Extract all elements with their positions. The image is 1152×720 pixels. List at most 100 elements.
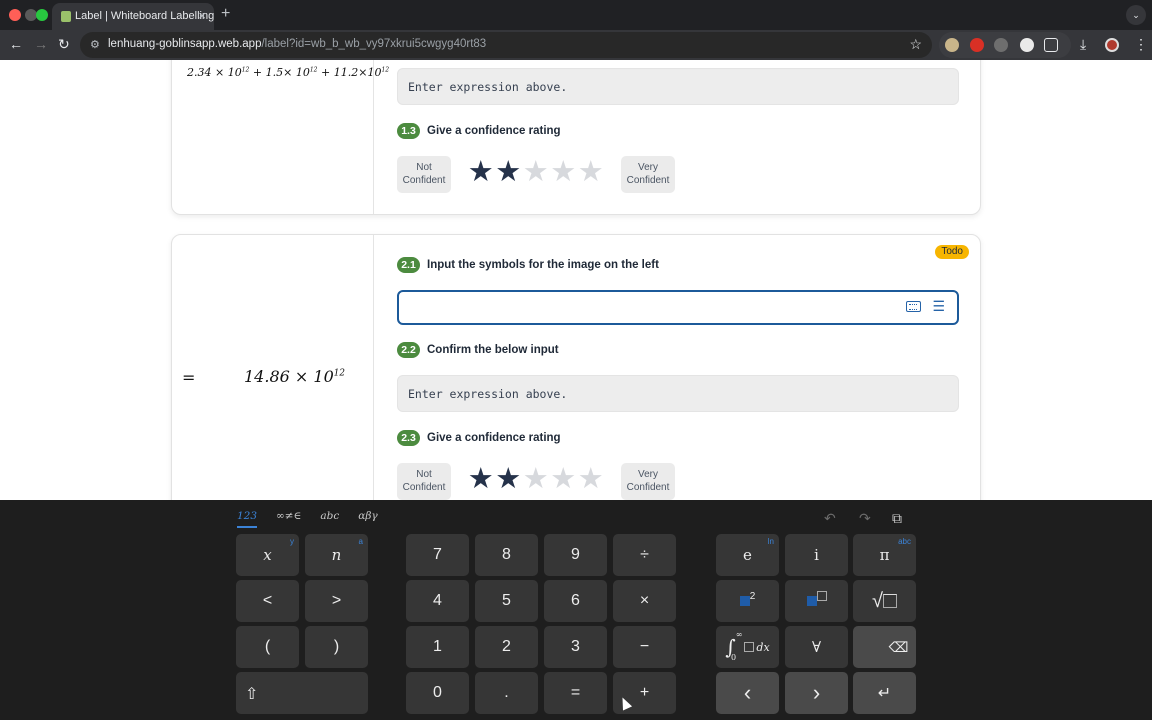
expression-placeholder: Enter expression above.: [408, 387, 568, 401]
extension-circle-icon[interactable]: [994, 38, 1008, 52]
keyboard-layout-tabs: 123 ∞≠∈ abc αβγ: [237, 510, 397, 528]
key-forall[interactable]: ∀: [785, 626, 848, 668]
bookmark-star-icon[interactable]: ☆: [909, 36, 922, 53]
key-backspace[interactable]: ⌫: [853, 626, 916, 668]
star-icon[interactable]: ★: [550, 465, 578, 494]
hw-term-3-exp: 12: [381, 66, 390, 74]
key-right-paren[interactable]: ): [305, 626, 368, 668]
star-icon[interactable]: ★: [577, 158, 605, 187]
expression-preview: Enter expression above.: [397, 68, 959, 105]
key-decimal[interactable]: .: [475, 672, 538, 714]
key-move-left[interactable]: ‹: [716, 672, 779, 714]
star-icon[interactable]: ★: [467, 465, 495, 494]
star-icon[interactable]: ★: [495, 465, 523, 494]
star-icon[interactable]: ★: [522, 465, 550, 494]
tab-close-icon[interactable]: ×: [198, 8, 206, 23]
key-5[interactable]: 5: [475, 580, 538, 622]
key-7[interactable]: 7: [406, 534, 469, 576]
radicand-square-icon: [882, 594, 897, 608]
key-e-label: e: [743, 546, 752, 564]
hw-term-1: 14.86 × 10: [244, 367, 334, 386]
extension-adblock-icon[interactable]: [970, 38, 984, 52]
address-bar[interactable]: ⚙ lenhuang-goblinsapp.web.app/label?id=w…: [80, 32, 932, 58]
key-2[interactable]: 2: [475, 626, 538, 668]
new-tab-button[interactable]: +: [221, 5, 230, 23]
question-badge: 2.3: [397, 430, 420, 446]
tab-alphabetic[interactable]: abc: [320, 510, 339, 528]
redo-icon[interactable]: ↷: [859, 510, 871, 527]
question-label: Confirm the below input: [427, 344, 559, 356]
star-icon[interactable]: ★: [467, 158, 495, 187]
tab-search-button[interactable]: ⌄: [1126, 5, 1146, 25]
key-less-than[interactable]: <: [236, 580, 299, 622]
star-icon[interactable]: ★: [495, 158, 523, 187]
star-rating: ★ ★ ★ ★ ★: [467, 158, 605, 187]
key-4[interactable]: 4: [406, 580, 469, 622]
key-enter[interactable]: ↵: [853, 672, 916, 714]
placeholder-square-icon: [739, 596, 750, 606]
key-left-paren[interactable]: (: [236, 626, 299, 668]
key-x[interactable]: xy: [236, 534, 299, 576]
browser-tab-bar: Label | Whiteboard Labelling × + ⌄: [0, 0, 1152, 30]
tab-symbols[interactable]: ∞≠∈: [276, 510, 301, 528]
expression-placeholder: Enter expression above.: [408, 80, 568, 94]
key-sqrt[interactable]: √: [853, 580, 916, 622]
profile-avatar[interactable]: [1105, 38, 1119, 52]
key-0[interactable]: 0: [406, 672, 469, 714]
label-card-2: Todo = 14.86 × 1012 2.1 Input the symbol…: [171, 234, 981, 500]
math-input-field[interactable]: ☰: [397, 290, 959, 325]
tab-greek[interactable]: αβγ: [358, 510, 377, 528]
not-confident-button[interactable]: Not Confident: [397, 156, 451, 193]
hw-term-2-exp: 12: [309, 66, 318, 74]
tab-numeric[interactable]: 123: [237, 510, 258, 528]
close-window-button[interactable]: [9, 9, 21, 21]
copy-icon[interactable]: ⧉: [892, 510, 902, 527]
hamburger-menu-icon[interactable]: ☰: [932, 299, 945, 313]
star-icon[interactable]: ★: [550, 158, 578, 187]
placeholder-square-icon: [806, 596, 817, 606]
key-8[interactable]: 8: [475, 534, 538, 576]
key-integral[interactable]: ∫ ∞ dx 0: [716, 626, 779, 668]
question-label: Give a confidence rating: [427, 125, 561, 137]
extension-cookie-icon[interactable]: [945, 38, 959, 52]
star-icon[interactable]: ★: [522, 158, 550, 187]
key-n[interactable]: na: [305, 534, 368, 576]
key-square[interactable]: 2: [716, 580, 779, 622]
key-power[interactable]: [785, 580, 848, 622]
extension-toggle-off-icon[interactable]: [1020, 38, 1034, 52]
key-i[interactable]: i: [785, 534, 848, 576]
key-9[interactable]: 9: [544, 534, 607, 576]
key-6[interactable]: 6: [544, 580, 607, 622]
key-pi[interactable]: π abc: [853, 534, 916, 576]
key-e[interactable]: e ln: [716, 534, 779, 576]
back-icon[interactable]: ←: [9, 36, 23, 52]
reload-icon[interactable]: ↻: [58, 36, 70, 53]
key-shift[interactable]: ⇧: [236, 672, 368, 714]
key-move-right[interactable]: ›: [785, 672, 848, 714]
confirm-question: 2.2 Confirm the below input: [397, 341, 559, 359]
key-multiply[interactable]: ×: [613, 580, 676, 622]
keyboard-toggle-icon[interactable]: [906, 301, 921, 312]
key-3[interactable]: 3: [544, 626, 607, 668]
integral-lower-bound: 0: [731, 653, 737, 662]
url-path: /label?id=wb_b_wb_vy97xkrui5cwgyg40rt83: [261, 38, 487, 50]
key-greater-than[interactable]: >: [305, 580, 368, 622]
key-minus[interactable]: −: [613, 626, 676, 668]
browser-menu-icon[interactable]: ⋮: [1134, 36, 1148, 53]
url-text[interactable]: lenhuang-goblinsapp.web.app/label?id=wb_…: [108, 38, 486, 50]
key-1[interactable]: 1: [406, 626, 469, 668]
forward-icon[interactable]: →: [34, 36, 48, 52]
key-equals[interactable]: =: [544, 672, 607, 714]
browser-tab[interactable]: Label | Whiteboard Labelling ×: [52, 3, 214, 30]
key-divide[interactable]: ÷: [613, 534, 676, 576]
extensions-puzzle-icon[interactable]: [1044, 38, 1058, 52]
maximize-window-button[interactable]: [36, 9, 48, 21]
undo-icon[interactable]: ↶: [824, 510, 836, 527]
very-confident-button[interactable]: Very Confident: [621, 463, 675, 500]
site-settings-icon[interactable]: ⚙: [90, 38, 100, 51]
very-confident-line-2: Confident: [626, 482, 670, 493]
download-icon[interactable]: ⤓: [1080, 36, 1086, 53]
very-confident-button[interactable]: Very Confident: [621, 156, 675, 193]
star-icon[interactable]: ★: [577, 465, 605, 494]
not-confident-button[interactable]: Not Confident: [397, 463, 451, 500]
